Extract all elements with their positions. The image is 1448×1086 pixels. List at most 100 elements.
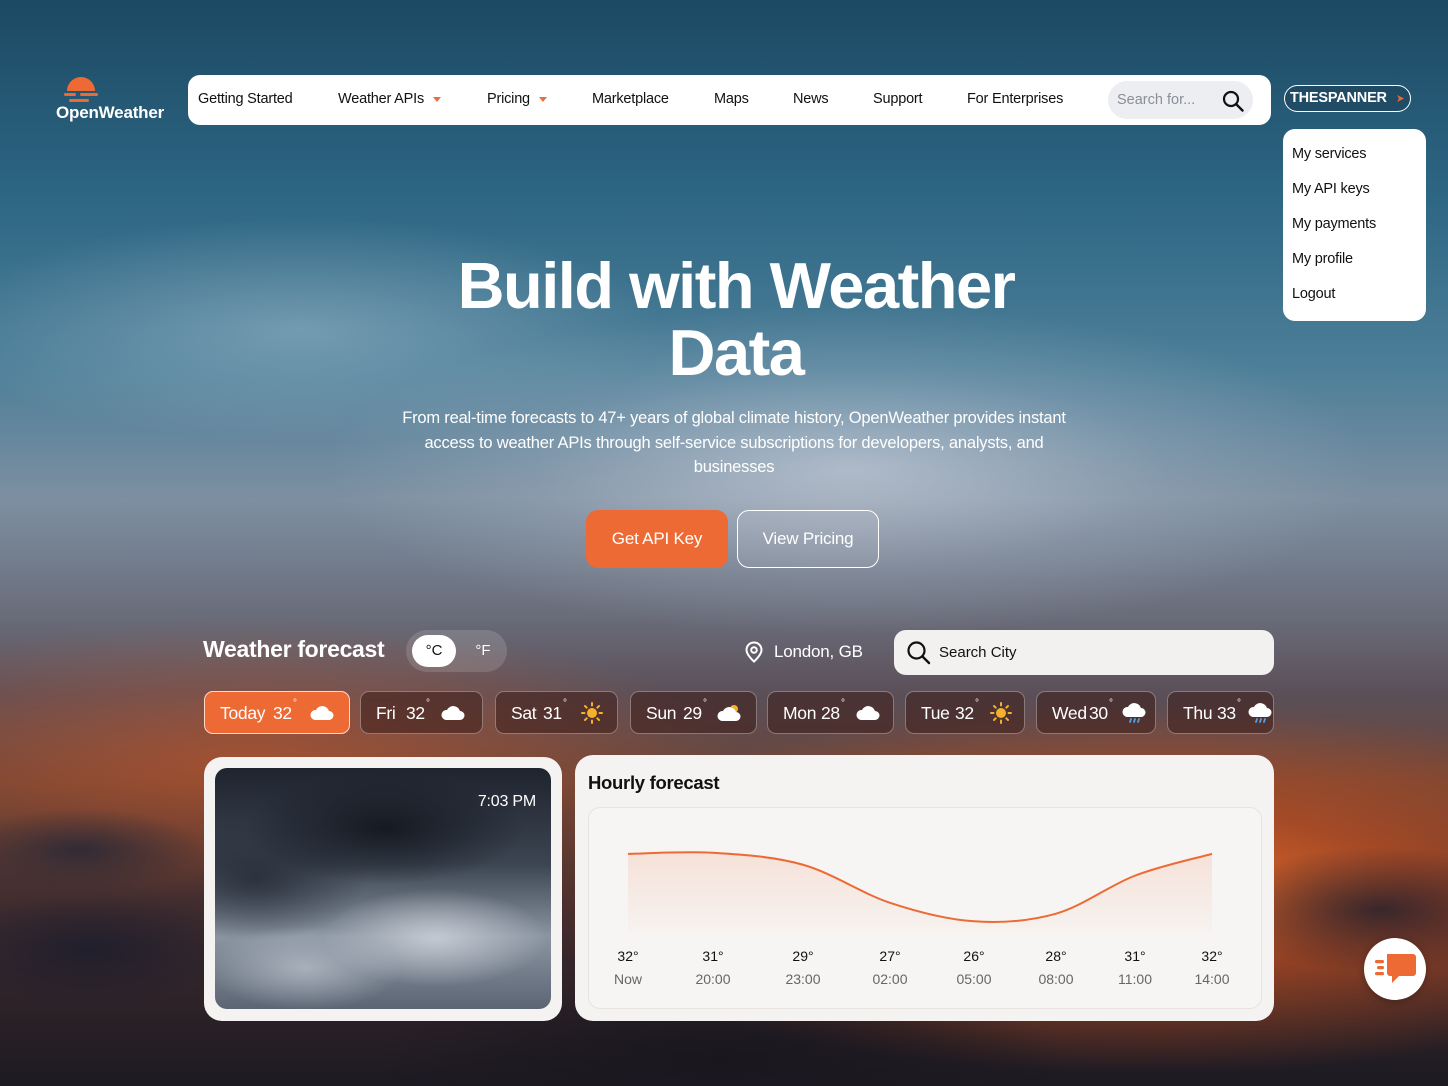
hourly-forecast-card: Hourly forecast 32° Now 31° 20:00 29° 23:00 27… <box>575 755 1274 1021</box>
rain-cloud-icon <box>1122 703 1146 723</box>
nav-search-input[interactable] <box>1117 81 1217 119</box>
day-name: Fri <box>376 703 396 723</box>
hourly-chart-svg: 32° Now 31° 20:00 29° 23:00 27° 02:00 26° 05:00 28… <box>614 851 1230 987</box>
chat-support-button[interactable] <box>1364 938 1426 1000</box>
degree-symbol: ° <box>841 698 845 709</box>
hourly-time-label: 23:00 <box>785 971 820 987</box>
sky-photo: 7:03 PM <box>215 768 551 1009</box>
day-temp: 31 <box>543 703 562 723</box>
day-tab-wed[interactable]: Wed 30 ° <box>1036 691 1156 734</box>
cloud-icon <box>441 706 465 720</box>
hourly-time-label: 02:00 <box>872 971 907 987</box>
day-tab-fri[interactable]: Fri 32 ° <box>360 691 483 734</box>
day-tab-tue[interactable]: Tue 32 ° <box>905 691 1025 734</box>
city-search-box <box>894 630 1274 675</box>
nav-getting-started[interactable]: Getting Started <box>198 75 293 125</box>
hourly-time-label: 14:00 <box>1194 971 1229 987</box>
hero-title-line-1: Build with Weather <box>457 249 1016 322</box>
nav-pricing[interactable]: Pricing <box>487 75 547 125</box>
menu-my-profile[interactable]: My profile <box>1283 247 1426 282</box>
hero-title: Build with Weather Data <box>400 252 1072 386</box>
degree-symbol: ° <box>426 698 430 709</box>
get-api-key-button[interactable]: Get API Key <box>586 510 728 568</box>
hourly-forecast-title: Hourly forecast <box>588 772 720 793</box>
nav-support[interactable]: Support <box>873 75 923 125</box>
temperature-area <box>628 852 1212 932</box>
day-tab-sat[interactable]: Sat 31 ° <box>495 691 618 734</box>
menu-my-services[interactable]: My services <box>1283 142 1426 177</box>
sun-cloud-icon <box>717 705 741 721</box>
degree-symbol: ° <box>1237 698 1241 709</box>
sun-icon <box>581 702 603 724</box>
day-temp: 32 <box>273 703 292 723</box>
day-temp: 33 <box>1217 703 1236 723</box>
hourly-temp-label: 28° <box>1045 948 1066 964</box>
current-weather-photo-card: 7:03 PM <box>204 757 562 1021</box>
degree-symbol: ° <box>703 698 707 709</box>
main-navigation: Getting Started Weather APIs Pricing Mar… <box>188 75 1271 125</box>
rain-cloud-icon <box>1248 703 1272 723</box>
arrow-right-icon <box>1397 95 1404 102</box>
hourly-chart: 32° Now 31° 20:00 29° 23:00 27° 02:00 26° 05:00 28… <box>588 807 1262 1009</box>
city-search-input[interactable] <box>939 630 1259 675</box>
day-name: Sat <box>511 703 537 723</box>
cloud-icon <box>856 706 880 720</box>
day-name: Sun <box>646 703 677 723</box>
day-temp: 32 <box>406 703 425 723</box>
openweather-logo[interactable]: OpenWeather <box>56 74 168 124</box>
day-tab-today[interactable]: Today 32 ° <box>204 691 350 734</box>
cloud-icon <box>310 706 334 720</box>
chat-icon <box>1375 954 1416 983</box>
view-pricing-button[interactable]: View Pricing <box>737 510 879 568</box>
day-name: Mon <box>783 703 817 723</box>
degree-symbol: ° <box>1109 698 1113 709</box>
day-name: Thu <box>1183 703 1213 723</box>
username: THESPANNER <box>1290 90 1387 106</box>
user-account-button[interactable]: THESPANNER <box>1284 85 1411 112</box>
hourly-temp-label: 27° <box>879 948 900 964</box>
hourly-temp-label: 32° <box>617 948 638 964</box>
day-name: Today <box>220 703 266 723</box>
day-tab-sun[interactable]: Sun 29 ° <box>630 691 757 734</box>
unit-fahrenheit-option[interactable]: °F <box>468 635 498 667</box>
hourly-time-label: 20:00 <box>695 971 730 987</box>
day-tab-mon[interactable]: Mon 28 ° <box>767 691 894 734</box>
hourly-time-label: 11:00 <box>1118 971 1152 987</box>
menu-logout[interactable]: Logout <box>1283 282 1426 317</box>
nav-weather-apis[interactable]: Weather APIs <box>338 75 441 125</box>
nav-for-enterprises[interactable]: For Enterprises <box>967 75 1063 125</box>
day-temp: 30 <box>1089 703 1108 723</box>
menu-my-api-keys[interactable]: My API keys <box>1283 177 1426 212</box>
weather-forecast-title: Weather forecast <box>203 636 385 662</box>
degree-symbol: ° <box>975 698 979 709</box>
menu-my-payments[interactable]: My payments <box>1283 212 1426 247</box>
hourly-temp-label: 31° <box>702 948 723 964</box>
search-icon[interactable] <box>1222 90 1244 112</box>
hourly-temp-label: 29° <box>792 948 813 964</box>
search-icon <box>907 641 931 665</box>
caret-down-icon <box>433 96 441 102</box>
sun-icon <box>990 702 1012 724</box>
hero-subtitle: From real-time forecasts to 47+ years of… <box>402 409 1066 476</box>
day-name: Tue <box>921 703 950 723</box>
day-temp: 32 <box>955 703 974 723</box>
hourly-time-label: Now <box>614 971 643 987</box>
location-name: London, GB <box>774 642 863 661</box>
hourly-time-label: 05:00 <box>956 971 991 987</box>
nav-news[interactable]: News <box>793 75 829 125</box>
user-dropdown-menu: My services My API keys My payments My p… <box>1283 129 1426 321</box>
nav-search-box <box>1108 81 1253 119</box>
hourly-temp-label: 32° <box>1201 948 1222 964</box>
logo-text: OpenWeather <box>56 103 165 122</box>
nav-maps[interactable]: Maps <box>714 75 749 125</box>
hourly-time-label: 08:00 <box>1038 971 1073 987</box>
day-tab-thu[interactable]: Thu 33 ° <box>1167 691 1274 734</box>
hourly-temp-label: 26° <box>963 948 984 964</box>
location-pin-icon <box>745 641 763 663</box>
degree-symbol: ° <box>293 698 297 709</box>
nav-marketplace[interactable]: Marketplace <box>592 75 669 125</box>
current-time: 7:03 PM <box>477 793 536 810</box>
caret-down-icon <box>538 96 547 102</box>
hero-title-line-2: Data <box>668 316 805 389</box>
unit-celsius-option[interactable]: °C <box>412 635 456 667</box>
